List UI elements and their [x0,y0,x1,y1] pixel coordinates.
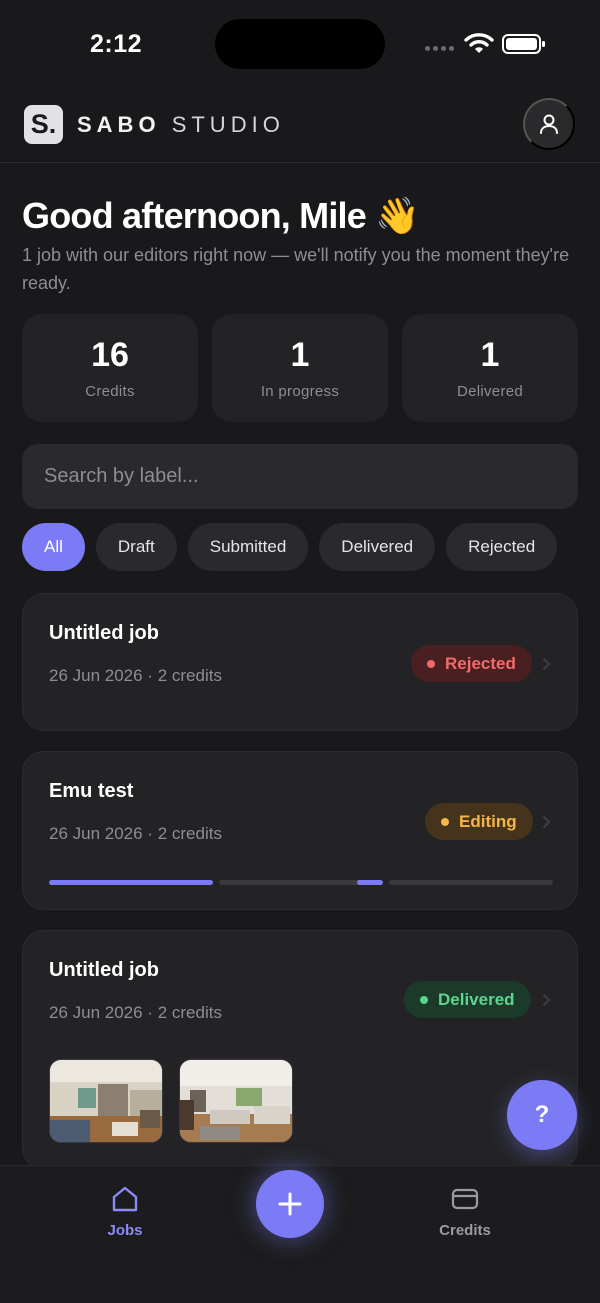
delivered-thumbnails [49,1059,293,1143]
wifi-icon [464,33,494,53]
job-meta: 26 Jun 2026 · 2 credits [49,1003,222,1022]
nav-label: Credits [439,1222,491,1239]
interior-photo-2 [180,1060,292,1142]
status-badge: Editing [425,803,533,840]
stat-credits: 16 Credits [22,314,198,422]
thumbnail-image[interactable] [49,1059,163,1143]
filter-chip-draft[interactable]: Draft [95,523,177,571]
job-card[interactable]: Untitled job 26 Jun 2026 · 2 credits Rej… [22,593,578,731]
logo-mark: S. [24,105,63,144]
profile-button[interactable] [523,98,575,150]
progress-segment-submitted [49,880,213,885]
progress-bar [49,880,553,885]
home-icon [112,1186,138,1212]
stat-value: 16 [91,336,129,374]
progress-segment-editing [219,880,383,885]
jobs-screen: 2:12 S. SABO STUDIO Good afternoon, Mile [0,0,600,1303]
progress-indicator [357,880,383,885]
bottom-nav: Jobs Credits [0,1165,600,1303]
nav-label: Jobs [107,1222,143,1239]
brand-name-light: STUDIO [171,112,285,137]
status-label: Editing [459,811,517,831]
battery-icon [502,34,545,54]
job-card[interactable]: Emu test 26 Jun 2026 · 2 credits Editing [22,751,578,910]
filter-chip-all[interactable]: All [22,523,85,571]
plus-icon [278,1192,302,1216]
nav-item-credits[interactable]: Credits [405,1184,525,1239]
stat-value: 1 [290,336,310,374]
filter-chip-delivered[interactable]: Delivered [319,523,436,571]
brand-name: SABO STUDIO [77,112,285,138]
filter-chips: All Draft Submitted Delivered Rejected [22,523,578,571]
status-dot [420,995,428,1004]
help-button[interactable]: ? [507,1080,577,1150]
greeting-subtitle: 1 job with our editors right now — we'll… [22,245,570,293]
stat-value: 1 [480,336,500,374]
status-label: Delivered [438,989,515,1009]
nav-item-jobs[interactable]: Jobs [65,1184,185,1239]
stat-label: In progress [260,383,340,400]
thumbnail-image[interactable] [179,1059,293,1143]
chevron-right-icon [543,994,551,1006]
status-badge: Delivered [404,981,531,1018]
greeting-title: Good afternoon, Mile 👋 [22,195,420,236]
status-dot [441,817,449,826]
chevron-right-icon [543,816,551,828]
add-job-button[interactable] [256,1170,324,1238]
search-input[interactable] [22,444,578,509]
job-title: Untitled job [49,622,159,644]
job-meta: 26 Jun 2026 · 2 credits [49,666,222,685]
stat-delivered: 1 Delivered [402,314,578,422]
progress-segment-delivered [389,880,553,885]
stats-row: 16 Credits 1 In progress 1 Delivered [22,314,578,422]
filter-chip-submitted[interactable]: Submitted [187,523,309,571]
filter-chip-rejected[interactable]: Rejected [446,523,558,571]
brand-name-bold: SABO [77,112,161,137]
stat-label: Delivered [456,383,524,400]
status-bar: 2:12 [0,0,600,90]
stat-label: Credits [85,383,135,400]
job-card[interactable]: Untitled job 26 Jun 2026 · 2 credits Del… [22,930,578,1170]
status-time: 2:12 [90,30,143,58]
card-icon [451,1188,479,1210]
cellular-signal-icon [425,46,454,51]
status-label: Rejected [445,653,516,673]
job-title: Emu test [49,780,134,802]
status-badge: Rejected [411,645,532,682]
app-header: S. SABO STUDIO [0,90,600,163]
interior-photo-1 [50,1060,162,1142]
job-meta: 26 Jun 2026 · 2 credits [49,824,222,843]
dynamic-island [215,19,385,69]
chevron-right-icon [543,658,551,670]
job-title: Untitled job [49,959,159,981]
stat-in-progress: 1 In progress [212,314,388,422]
status-dot [427,659,435,668]
user-icon [540,114,558,134]
